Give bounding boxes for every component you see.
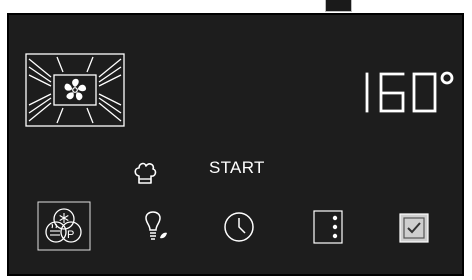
temperature-display: 160 ° — [359, 67, 459, 119]
more-vertical-icon[interactable] — [313, 210, 343, 244]
clock-icon[interactable] — [222, 210, 256, 244]
temperature-value: 160 — [359, 67, 361, 68]
fan-mode-icon[interactable] — [25, 53, 125, 127]
start-button[interactable]: START — [209, 158, 265, 178]
svg-text:P: P — [67, 229, 74, 241]
lightbulb-icon[interactable] — [141, 206, 169, 246]
top-tab — [325, 0, 352, 12]
chef-hat-icon[interactable] — [132, 161, 158, 187]
checkbox-icon[interactable] — [399, 213, 429, 243]
steam-combi-icon[interactable]: P — [37, 201, 91, 251]
oven-control-panel: 160 ° START — [7, 13, 464, 276]
